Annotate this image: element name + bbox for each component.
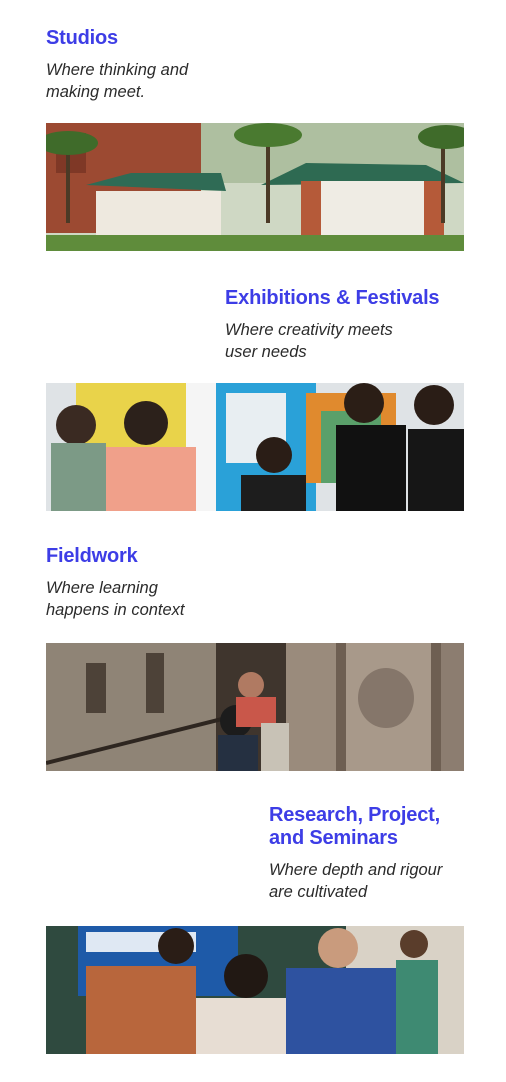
studios-photo (46, 123, 464, 251)
section-subtitle-studios: Where thinking and making meet. (46, 61, 189, 101)
section-title-research: Research, Project, and Seminars (269, 804, 440, 849)
fieldwork-photo (46, 643, 464, 771)
section-title-studios: Studios (46, 27, 118, 49)
section-title-exhibitions: Exhibitions & Festivals (225, 287, 440, 309)
section-subtitle-research: Where depth and rigour are cultivated (269, 861, 443, 901)
research-photo (46, 926, 464, 1054)
exhibitions-photo (46, 383, 464, 511)
section-subtitle-fieldwork: Where learning happens in context (46, 579, 185, 619)
section-title-fieldwork: Fieldwork (46, 545, 138, 567)
section-subtitle-exhibitions: Where creativity meets user needs (225, 321, 393, 361)
